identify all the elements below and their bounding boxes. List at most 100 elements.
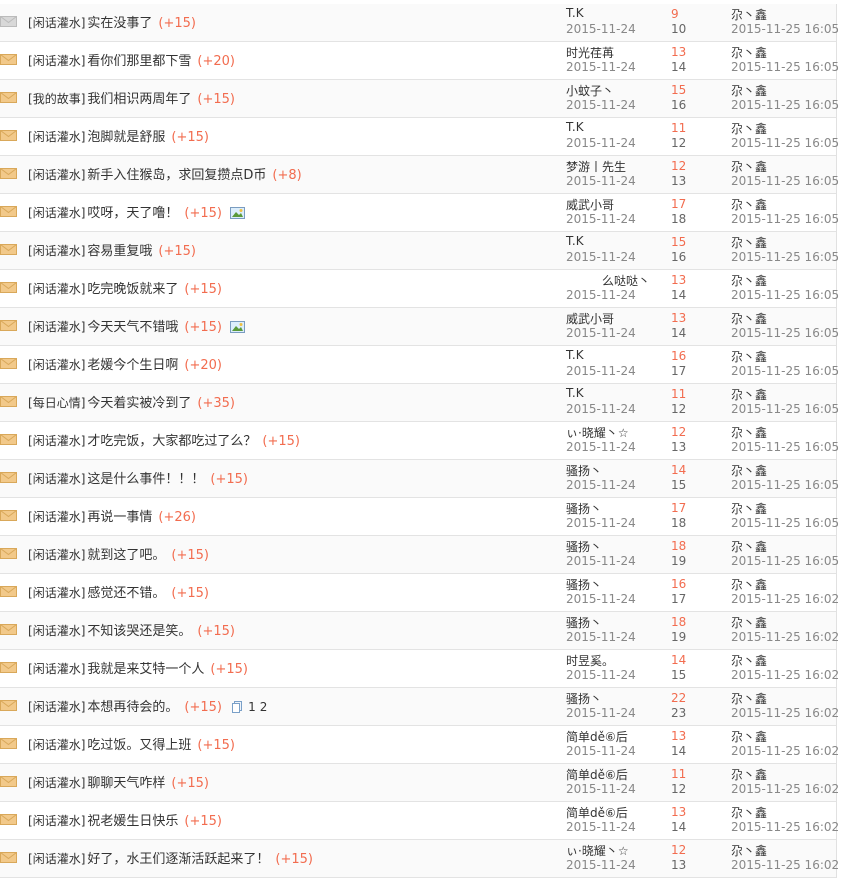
thread-title-link[interactable]: 再说一事情 xyxy=(87,510,152,525)
last-reply-user[interactable]: 尕丶鑫 xyxy=(731,728,767,745)
author-link[interactable]: 威武小哥 xyxy=(566,310,614,327)
thread-title-link[interactable]: 就到这了吧。 xyxy=(87,548,165,563)
category-tag[interactable]: [闲话灌水] xyxy=(28,776,85,790)
category-tag[interactable]: [每日心情] xyxy=(28,396,85,410)
category-tag[interactable]: [闲话灌水] xyxy=(28,814,85,828)
category-link[interactable]: 闲话灌水 xyxy=(33,472,81,486)
envelope-icon[interactable] xyxy=(0,434,17,445)
page-link[interactable]: 2 xyxy=(260,700,268,714)
last-reply-time[interactable]: 2015-11-25 16:05 xyxy=(731,250,839,264)
last-reply-user[interactable]: 尕丶鑫 xyxy=(731,804,767,821)
envelope-icon[interactable] xyxy=(0,244,17,255)
last-reply-time[interactable]: 2015-11-25 16:02 xyxy=(731,706,839,720)
last-reply-time[interactable]: 2015-11-25 16:05 xyxy=(731,174,839,188)
thread-title-link[interactable]: 好了，水王们逐渐活跃起来了！ xyxy=(87,852,269,867)
author-link[interactable]: 时昱奚。 xyxy=(566,652,614,669)
last-reply-time[interactable]: 2015-11-25 16:05 xyxy=(731,364,839,378)
envelope-icon[interactable] xyxy=(0,320,17,331)
last-reply-user[interactable]: 尕丶鑫 xyxy=(731,538,767,555)
last-reply-time[interactable]: 2015-11-25 16:05 xyxy=(731,516,839,530)
last-reply-user[interactable]: 尕丶鑫 xyxy=(731,158,767,175)
category-link[interactable]: 闲话灌水 xyxy=(33,662,81,676)
author-link[interactable]: T.K xyxy=(566,234,584,248)
last-reply-time[interactable]: 2015-11-25 16:05 xyxy=(731,22,839,36)
last-reply-time[interactable]: 2015-11-25 16:02 xyxy=(731,820,839,834)
thread-title-link[interactable]: 本想再待会的。 xyxy=(87,700,178,715)
last-reply-time[interactable]: 2015-11-25 16:05 xyxy=(731,98,839,112)
last-reply-time[interactable]: 2015-11-25 16:05 xyxy=(731,136,839,150)
thread-title-link[interactable]: 新手入住猴岛，求回复攒点D币 xyxy=(87,168,266,183)
category-link[interactable]: 闲话灌水 xyxy=(33,700,81,714)
last-reply-user[interactable]: 尕丶鑫 xyxy=(731,310,767,327)
category-tag[interactable]: [闲话灌水] xyxy=(28,244,85,258)
category-link[interactable]: 闲话灌水 xyxy=(33,358,81,372)
last-reply-user[interactable]: 尕丶鑫 xyxy=(731,462,767,479)
category-link[interactable]: 闲话灌水 xyxy=(33,168,81,182)
last-reply-user[interactable]: 尕丶鑫 xyxy=(731,690,767,707)
category-link[interactable]: 闲话灌水 xyxy=(33,16,81,30)
author-link[interactable]: T.K xyxy=(566,120,584,134)
category-link[interactable]: 闲话灌水 xyxy=(33,548,81,562)
category-tag[interactable]: [闲话灌水] xyxy=(28,320,85,334)
author-link[interactable]: T.K xyxy=(566,348,584,362)
author-link[interactable]: 骚扬丶 xyxy=(566,538,602,555)
category-link[interactable]: 闲话灌水 xyxy=(33,624,81,638)
last-reply-time[interactable]: 2015-11-25 16:05 xyxy=(731,478,839,492)
envelope-icon[interactable] xyxy=(0,776,17,787)
last-reply-time[interactable]: 2015-11-25 16:05 xyxy=(731,212,839,226)
category-tag[interactable]: [闲话灌水] xyxy=(28,434,85,448)
category-link[interactable]: 闲话灌水 xyxy=(33,434,81,448)
category-tag[interactable]: [闲话灌水] xyxy=(28,738,85,752)
author-link[interactable]: 骚扬丶 xyxy=(566,500,602,517)
author-link[interactable]: 骚扬丶 xyxy=(566,690,602,707)
envelope-icon[interactable] xyxy=(0,168,17,179)
thread-title-link[interactable]: 这是什么事件！！！ xyxy=(87,472,204,487)
category-link[interactable]: 闲话灌水 xyxy=(33,738,81,752)
envelope-icon[interactable] xyxy=(0,358,17,369)
category-link[interactable]: 闲话灌水 xyxy=(33,510,81,524)
thread-title-link[interactable]: 我就是来艾特一个人 xyxy=(87,662,204,677)
author-link[interactable]: 简单dě⑥后 xyxy=(566,728,628,745)
envelope-icon[interactable] xyxy=(0,472,17,483)
category-tag[interactable]: [闲话灌水] xyxy=(28,510,85,524)
author-link[interactable]: 骚扬丶 xyxy=(566,576,602,593)
category-link[interactable]: 每日心情 xyxy=(33,396,81,410)
envelope-icon[interactable] xyxy=(0,16,17,27)
thread-title-link[interactable]: 吃完晚饭就来了 xyxy=(87,282,178,297)
category-link[interactable]: 我的故事 xyxy=(33,92,81,106)
last-reply-time[interactable]: 2015-11-25 16:02 xyxy=(731,782,839,796)
category-link[interactable]: 闲话灌水 xyxy=(33,244,81,258)
envelope-icon[interactable] xyxy=(0,282,17,293)
category-link[interactable]: 闲话灌水 xyxy=(33,852,81,866)
envelope-icon[interactable] xyxy=(0,700,17,711)
category-tag[interactable]: [闲话灌水] xyxy=(28,852,85,866)
category-tag[interactable]: [闲话灌水] xyxy=(28,548,85,562)
category-link[interactable]: 闲话灌水 xyxy=(33,586,81,600)
category-link[interactable]: 闲话灌水 xyxy=(33,814,81,828)
envelope-icon[interactable] xyxy=(0,206,17,217)
author-link[interactable]: 骚扬丶 xyxy=(566,614,602,631)
last-reply-user[interactable]: 尕丶鑫 xyxy=(731,120,767,137)
category-link[interactable]: 闲话灌水 xyxy=(33,282,81,296)
category-tag[interactable]: [我的故事] xyxy=(28,92,85,106)
category-link[interactable]: 闲话灌水 xyxy=(33,130,81,144)
envelope-icon[interactable] xyxy=(0,852,17,863)
last-reply-user[interactable]: 尕丶鑫 xyxy=(731,82,767,99)
envelope-icon[interactable] xyxy=(0,510,17,521)
thread-title-link[interactable]: 哎呀，天了噜！ xyxy=(87,206,178,221)
category-tag[interactable]: [闲话灌水] xyxy=(28,472,85,486)
thread-title-link[interactable]: 今天着实被冷到了 xyxy=(87,396,191,411)
last-reply-time[interactable]: 2015-11-25 16:02 xyxy=(731,630,839,644)
last-reply-user[interactable]: 尕丶鑫 xyxy=(731,348,767,365)
last-reply-time[interactable]: 2015-11-25 16:02 xyxy=(731,744,839,758)
thread-title-link[interactable]: 不知该哭还是笑。 xyxy=(87,624,191,639)
category-link[interactable]: 闲话灌水 xyxy=(33,776,81,790)
last-reply-time[interactable]: 2015-11-25 16:05 xyxy=(731,288,839,302)
envelope-icon[interactable] xyxy=(0,814,17,825)
last-reply-user[interactable]: 尕丶鑫 xyxy=(731,576,767,593)
category-tag[interactable]: [闲话灌水] xyxy=(28,586,85,600)
last-reply-time[interactable]: 2015-11-25 16:05 xyxy=(731,554,839,568)
thread-title-link[interactable]: 泡脚就是舒服 xyxy=(87,130,165,145)
thread-title-link[interactable]: 吃过饭。又得上班 xyxy=(87,738,191,753)
envelope-icon[interactable] xyxy=(0,548,17,559)
